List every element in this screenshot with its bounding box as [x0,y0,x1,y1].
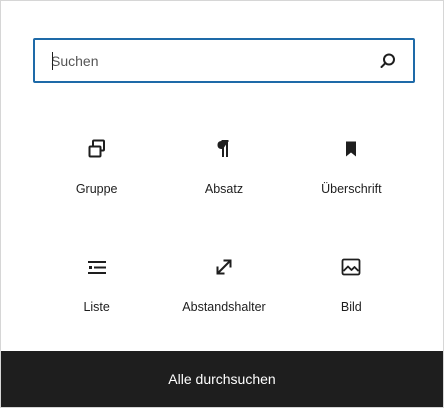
block-item-abstandshalter[interactable]: Abstandshalter [160,237,287,329]
block-label: Gruppe [75,182,118,196]
bookmark-heading-icon [333,131,369,167]
block-item-bild[interactable]: Bild [288,237,415,329]
block-label: Liste [83,300,110,314]
block-label: Überschrift [321,182,382,196]
block-item-gruppe[interactable]: Gruppe [33,119,160,211]
search-box[interactable] [33,38,415,83]
block-item-ueberschrift[interactable]: Überschrift [288,119,415,211]
block-item-absatz[interactable]: Absatz [160,119,287,211]
block-label: Bild [340,300,362,314]
block-inserter-panel: Gruppe Absatz Überschrift [0,0,444,408]
resize-arrows-icon [206,249,242,285]
block-label: Abstandshalter [182,300,266,314]
image-icon [333,249,369,285]
block-item-liste[interactable]: Liste [33,237,160,329]
text-cursor [52,52,53,70]
paragraph-icon [206,131,242,167]
browse-all-button[interactable]: Alle durchsuchen [1,351,443,407]
block-grid: Gruppe Absatz Überschrift Liste Abstands… [33,119,415,329]
search-icon[interactable] [377,51,399,71]
group-icon [79,131,115,167]
list-icon [79,249,115,285]
block-label: Absatz [204,182,244,196]
search-input[interactable] [35,40,413,81]
browse-all-label: Alle durchsuchen [168,371,276,387]
